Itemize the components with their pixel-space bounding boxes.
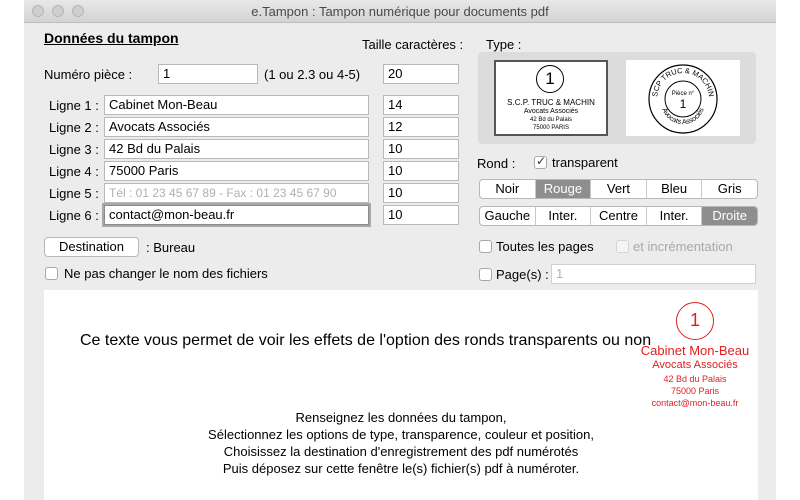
position-inter-left[interactable]: Inter. <box>534 207 591 225</box>
pdf-drop-area[interactable]: Ce texte vous permet de voir les effets … <box>44 290 758 500</box>
color-vert[interactable]: Vert <box>590 180 646 198</box>
rect-stamp-line2: Avocats Associés <box>523 108 579 115</box>
pages-checkbox[interactable] <box>479 268 492 281</box>
pages-input[interactable]: 1 <box>551 264 756 284</box>
keep-names-checkbox[interactable] <box>45 267 58 280</box>
line-4-size-input[interactable]: 10 <box>383 161 459 181</box>
preview-stamp-line1: Cabinet Mon-Beau <box>640 343 750 358</box>
piece-size-input[interactable]: 20 <box>383 64 459 84</box>
all-pages-checkbox[interactable] <box>479 240 492 253</box>
preview-stamp-line4: 75000 Paris <box>670 386 720 396</box>
instruction-line-1: Renseignez les données du tampon, <box>295 410 507 425</box>
line-5-input[interactable]: Tél : 01 23 45 67 89 - Fax : 01 23 45 67… <box>104 183 369 203</box>
position-droite[interactable]: Droite <box>701 207 757 225</box>
increment-label: et incrémentation <box>633 239 733 254</box>
position-gauche[interactable]: Gauche <box>480 207 535 225</box>
instruction-line-2: Sélectionnez les options de type, transp… <box>208 427 594 442</box>
line-5-size-input[interactable]: 10 <box>383 183 459 203</box>
line-2-label: Ligne 2 : <box>49 120 99 135</box>
line-1-input[interactable]: Cabinet Mon-Beau <box>104 95 369 115</box>
all-pages-label: Toutes les pages <box>496 239 594 254</box>
round-stamp-option[interactable]: SCP TRUC & MACHIN Avocats Associés Pièce… <box>626 60 740 136</box>
type-selector: 1 S.C.P. TRUC & MACHIN Avocats Associés … <box>478 52 756 144</box>
piece-number-input[interactable]: 1 <box>158 64 258 84</box>
window-title: e.Tampon : Tampon numérique pour documen… <box>251 4 549 19</box>
preview-stamp-line2: Avocats Associés <box>652 359 738 371</box>
round-stamp-graphic: SCP TRUC & MACHIN Avocats Associés Pièce… <box>648 64 718 134</box>
preview-stamp-line3: 42 Bd du Palais <box>663 374 727 384</box>
transparent-checkbox[interactable] <box>534 154 547 169</box>
preview-stamp-line5: contact@mon-beau.fr <box>651 398 739 408</box>
line-1-label: Ligne 1 : <box>49 98 99 113</box>
line-6-size-input[interactable]: 10 <box>383 205 459 225</box>
position-centre[interactable]: Centre <box>590 207 646 225</box>
rect-stamp-line4: 75000 PARIS <box>533 125 569 131</box>
piece-label: Numéro pièce : <box>44 67 133 82</box>
round-stamp-number: 1 <box>680 97 687 111</box>
preview-stamp-number: 1 <box>676 302 714 340</box>
color-rouge[interactable]: Rouge <box>534 180 591 198</box>
instruction-line-3: Choisissez la destination d'enregistreme… <box>223 444 579 459</box>
rect-stamp-option[interactable]: 1 S.C.P. TRUC & MACHIN Avocats Associés … <box>494 60 608 136</box>
color-bleu[interactable]: Bleu <box>645 180 702 198</box>
position-inter-right[interactable]: Inter. <box>645 207 702 225</box>
increment-checkbox[interactable] <box>616 240 629 253</box>
preview-demo-text: Ce texte vous permet de voir les effets … <box>80 332 652 349</box>
color-noir[interactable]: Noir <box>480 180 535 198</box>
instruction-line-4: Puis déposez sur cette fenêtre le(s) fic… <box>222 461 580 476</box>
rect-stamp-number: 1 <box>536 65 564 93</box>
line-6-label: Ligne 6 : <box>49 208 99 223</box>
size-header: Taille caractères : <box>362 37 464 52</box>
keep-names-label: Ne pas changer le nom des fichiers <box>64 266 268 281</box>
line-1-size-input[interactable]: 14 <box>383 95 459 115</box>
destination-button[interactable]: Destination <box>44 237 139 257</box>
pages-label: Page(s) : <box>496 267 549 282</box>
line-5-label: Ligne 5 : <box>49 186 99 201</box>
color-gris[interactable]: Gris <box>701 180 757 198</box>
line-3-label: Ligne 3 : <box>49 142 99 157</box>
line-4-label: Ligne 4 : <box>49 164 99 179</box>
rect-stamp-line3: 42 Bd du Palais <box>529 117 573 123</box>
destination-value: : Bureau <box>146 240 196 255</box>
line-3-size-input[interactable]: 10 <box>383 139 459 159</box>
type-label: Type : <box>486 37 522 52</box>
color-segmented-control: Noir Rouge Vert Bleu Gris <box>479 179 758 199</box>
transparent-label: transparent <box>552 155 618 170</box>
line-3-input[interactable]: 42 Bd du Palais <box>104 139 369 159</box>
app-window: e.Tampon : Tampon numérique pour documen… <box>24 0 776 500</box>
line-2-input[interactable]: Avocats Associés <box>104 117 369 137</box>
round-label: Rond : <box>477 156 516 171</box>
line-6-input[interactable]: contact@mon-beau.fr <box>104 205 369 225</box>
rect-stamp-line1: S.C.P. TRUC & MACHIN <box>507 98 595 107</box>
position-segmented-control: Gauche Inter. Centre Inter. Droite <box>479 206 758 226</box>
piece-hint: (1 ou 2.3 ou 4-5) <box>264 67 361 82</box>
section-title: Données du tampon <box>44 30 179 46</box>
line-4-input[interactable]: 75000 Paris <box>104 161 369 181</box>
line-2-size-input[interactable]: 12 <box>383 117 459 137</box>
title-bar: e.Tampon : Tampon numérique pour documen… <box>24 0 776 23</box>
